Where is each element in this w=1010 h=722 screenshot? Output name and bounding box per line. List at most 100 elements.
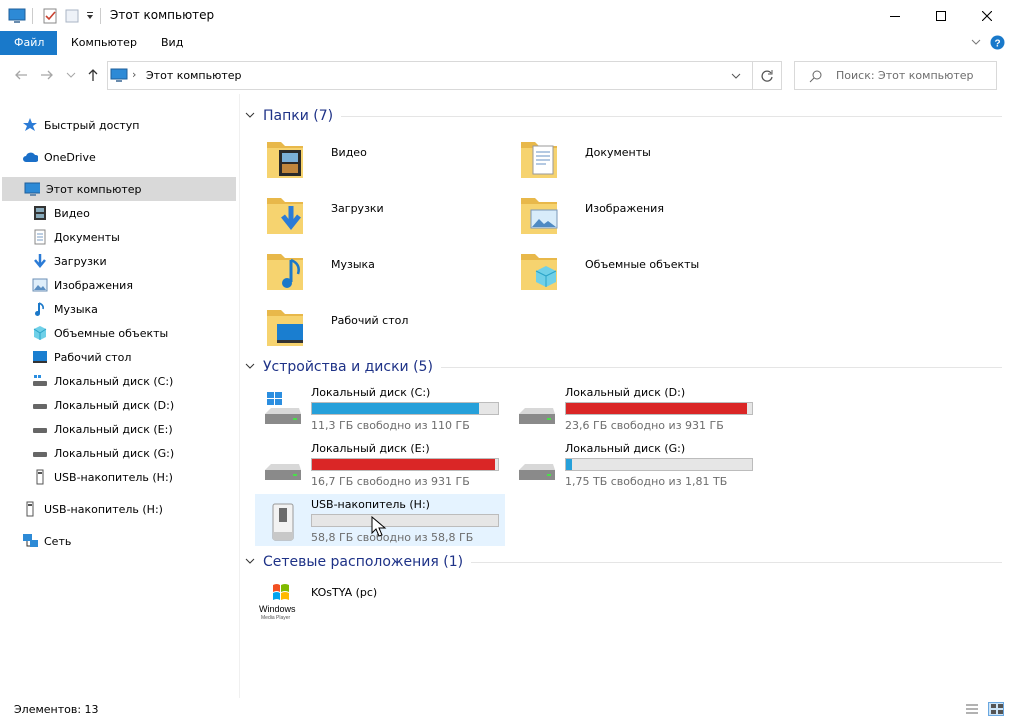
sidebar-item-documents[interactable]: Документы — [32, 225, 232, 249]
sidebar-item-this-pc[interactable]: Этот компьютер — [2, 177, 236, 201]
collapse-chevron-icon[interactable] — [245, 362, 257, 373]
sidebar-item-onedrive[interactable]: OneDrive — [22, 145, 232, 169]
maximize-button[interactable] — [918, 0, 964, 31]
folder-label: Видео — [331, 146, 367, 159]
sidebar-item-usb-h-root[interactable]: USB-накопитель (H:) — [22, 497, 232, 521]
collapse-chevron-icon[interactable] — [245, 557, 257, 568]
customize-toolbar-chevron-icon[interactable] — [84, 6, 96, 26]
expand-ribbon-chevron-icon[interactable] — [970, 36, 982, 51]
ribbon: Файл Компьютер Вид ? — [0, 31, 1010, 56]
drive-icon — [32, 421, 48, 437]
drive-icon — [32, 445, 48, 461]
computer-icon — [8, 6, 26, 26]
sidebar-item-3d-objects[interactable]: Объемные объекты — [32, 321, 232, 345]
video-folder-icon — [267, 142, 303, 178]
drive-usage-fill — [566, 459, 573, 470]
breadcrumb-this-pc[interactable]: Этот компьютер — [146, 69, 242, 82]
search-input[interactable]: Поиск: Этот компьютер — [794, 61, 997, 90]
back-arrow-icon[interactable] — [12, 66, 30, 84]
folder-label: Музыка — [331, 258, 375, 271]
network-location-kostya[interactable]: Windows Media Player KOsTYA (pc) — [255, 578, 505, 630]
drive-label: Локальный диск (C:) — [311, 386, 431, 399]
recent-locations-chevron-icon[interactable] — [62, 66, 80, 84]
cube-icon — [32, 325, 48, 341]
title-bar: Этот компьютер — [0, 0, 1010, 31]
sidebar-item-drive-d[interactable]: Локальный диск (D:) — [32, 393, 232, 417]
drive-free-space: 1,75 ТБ свободно из 1,81 ТБ — [565, 475, 728, 488]
sidebar-item-drive-c[interactable]: Локальный диск (C:) — [32, 369, 232, 393]
breadcrumb-separator-icon[interactable]: › — [132, 68, 136, 81]
drive-label: Локальный диск (D:) — [565, 386, 686, 399]
drive-usb-h[interactable]: USB-накопитель (H:) 58,8 ГБ свободно из … — [255, 494, 505, 546]
drive-label: Локальный диск (E:) — [311, 442, 430, 455]
group-header-folders[interactable]: Папки (7) — [245, 106, 1002, 126]
drive-label: USB-накопитель (H:) — [311, 498, 430, 511]
usb-drive-icon — [272, 503, 294, 541]
sidebar-item-label: Быстрый доступ — [44, 118, 140, 132]
item-count: Элементов: 13 — [14, 703, 99, 716]
group-header-network[interactable]: Сетевые расположения (1) — [245, 552, 1002, 572]
sidebar-item-network[interactable]: Сеть — [22, 529, 232, 553]
drive-e[interactable]: Локальный диск (E:) 16,7 ГБ свободно из … — [255, 438, 505, 490]
pictures-folder-icon — [521, 198, 558, 234]
sidebar-item-drive-g[interactable]: Локальный диск (G:) — [32, 441, 232, 465]
address-bar-row: › Этот компьютер Поиск: Этот компьютер — [0, 56, 1010, 94]
collapse-chevron-icon[interactable] — [245, 111, 257, 122]
sidebar-item-music[interactable]: Музыка — [32, 297, 232, 321]
drive-g[interactable]: Локальный диск (G:) 1,75 ТБ свободно из … — [509, 438, 759, 490]
help-icon[interactable]: ? — [990, 35, 1005, 53]
sidebar-item-label: USB-накопитель (H:) — [44, 502, 163, 516]
sidebar-item-label: Локальный диск (E:) — [54, 422, 173, 436]
folder-pictures[interactable]: Изображения — [515, 188, 765, 240]
sidebar-item-label: Изображения — [54, 278, 133, 292]
mouse-cursor-icon — [371, 516, 387, 537]
drive-c[interactable]: Локальный диск (C:) 11,3 ГБ свободно из … — [255, 382, 505, 434]
tab-computer[interactable]: Компьютер — [57, 31, 151, 55]
sidebar-item-usb-h[interactable]: USB-накопитель (H:) — [32, 465, 232, 489]
desktop-icon — [32, 349, 48, 365]
logo-subtext: Media Player — [261, 615, 291, 621]
folder-3d-objects[interactable]: Объемные объекты — [515, 244, 765, 296]
tab-view[interactable]: Вид — [147, 31, 197, 55]
music-folder-icon — [267, 254, 303, 290]
forward-arrow-icon[interactable] — [38, 66, 56, 84]
sidebar-item-desktop[interactable]: Рабочий стол — [32, 345, 232, 369]
folder-label: Объемные объекты — [585, 258, 700, 271]
address-dropdown-chevron-icon[interactable] — [730, 70, 742, 84]
up-arrow-icon[interactable] — [84, 66, 102, 84]
folder-documents[interactable]: Документы — [515, 132, 765, 184]
sidebar-item-pictures[interactable]: Изображения — [32, 273, 232, 297]
sidebar-item-videos[interactable]: Видео — [32, 201, 232, 225]
sidebar-item-quick-access[interactable]: Быстрый доступ — [22, 113, 232, 137]
folder-videos[interactable]: Видео — [261, 132, 511, 184]
drive-usage-fill — [566, 403, 748, 414]
folder-music[interactable]: Музыка — [261, 244, 511, 296]
3d-objects-folder-icon — [521, 254, 557, 290]
folder-downloads[interactable]: Загрузки — [261, 188, 511, 240]
group-title: Папки (7) — [263, 108, 334, 124]
drive-usage-bar — [565, 458, 753, 471]
group-title: Устройства и диски (5) — [263, 359, 433, 375]
tab-file[interactable]: Файл — [0, 31, 57, 55]
drive-d[interactable]: Локальный диск (D:) 23,6 ГБ свободно из … — [509, 382, 759, 434]
sidebar-item-label: Документы — [54, 230, 120, 244]
sidebar-item-drive-e[interactable]: Локальный диск (E:) — [32, 417, 232, 441]
refresh-button[interactable] — [753, 61, 782, 90]
cloud-icon — [22, 149, 38, 165]
window-title: Этот компьютер — [110, 8, 215, 22]
close-button[interactable] — [964, 0, 1010, 31]
drive-free-space: 23,6 ГБ свободно из 931 ГБ — [565, 419, 724, 432]
new-folder-icon[interactable] — [64, 6, 80, 26]
computer-icon — [110, 68, 128, 86]
properties-icon[interactable] — [42, 6, 58, 26]
folder-label: Изображения — [585, 202, 664, 215]
minimize-button[interactable] — [872, 0, 918, 31]
group-header-drives[interactable]: Устройства и диски (5) — [245, 357, 1002, 377]
address-input[interactable]: › Этот компьютер — [107, 61, 753, 90]
folder-desktop[interactable]: Рабочий стол — [261, 300, 511, 352]
sidebar-item-label: Локальный диск (D:) — [54, 398, 175, 412]
large-icons-view-icon[interactable] — [988, 702, 1004, 716]
details-view-icon[interactable] — [965, 703, 979, 718]
sidebar-item-downloads[interactable]: Загрузки — [32, 249, 232, 273]
sidebar-item-label: Сеть — [44, 534, 72, 548]
